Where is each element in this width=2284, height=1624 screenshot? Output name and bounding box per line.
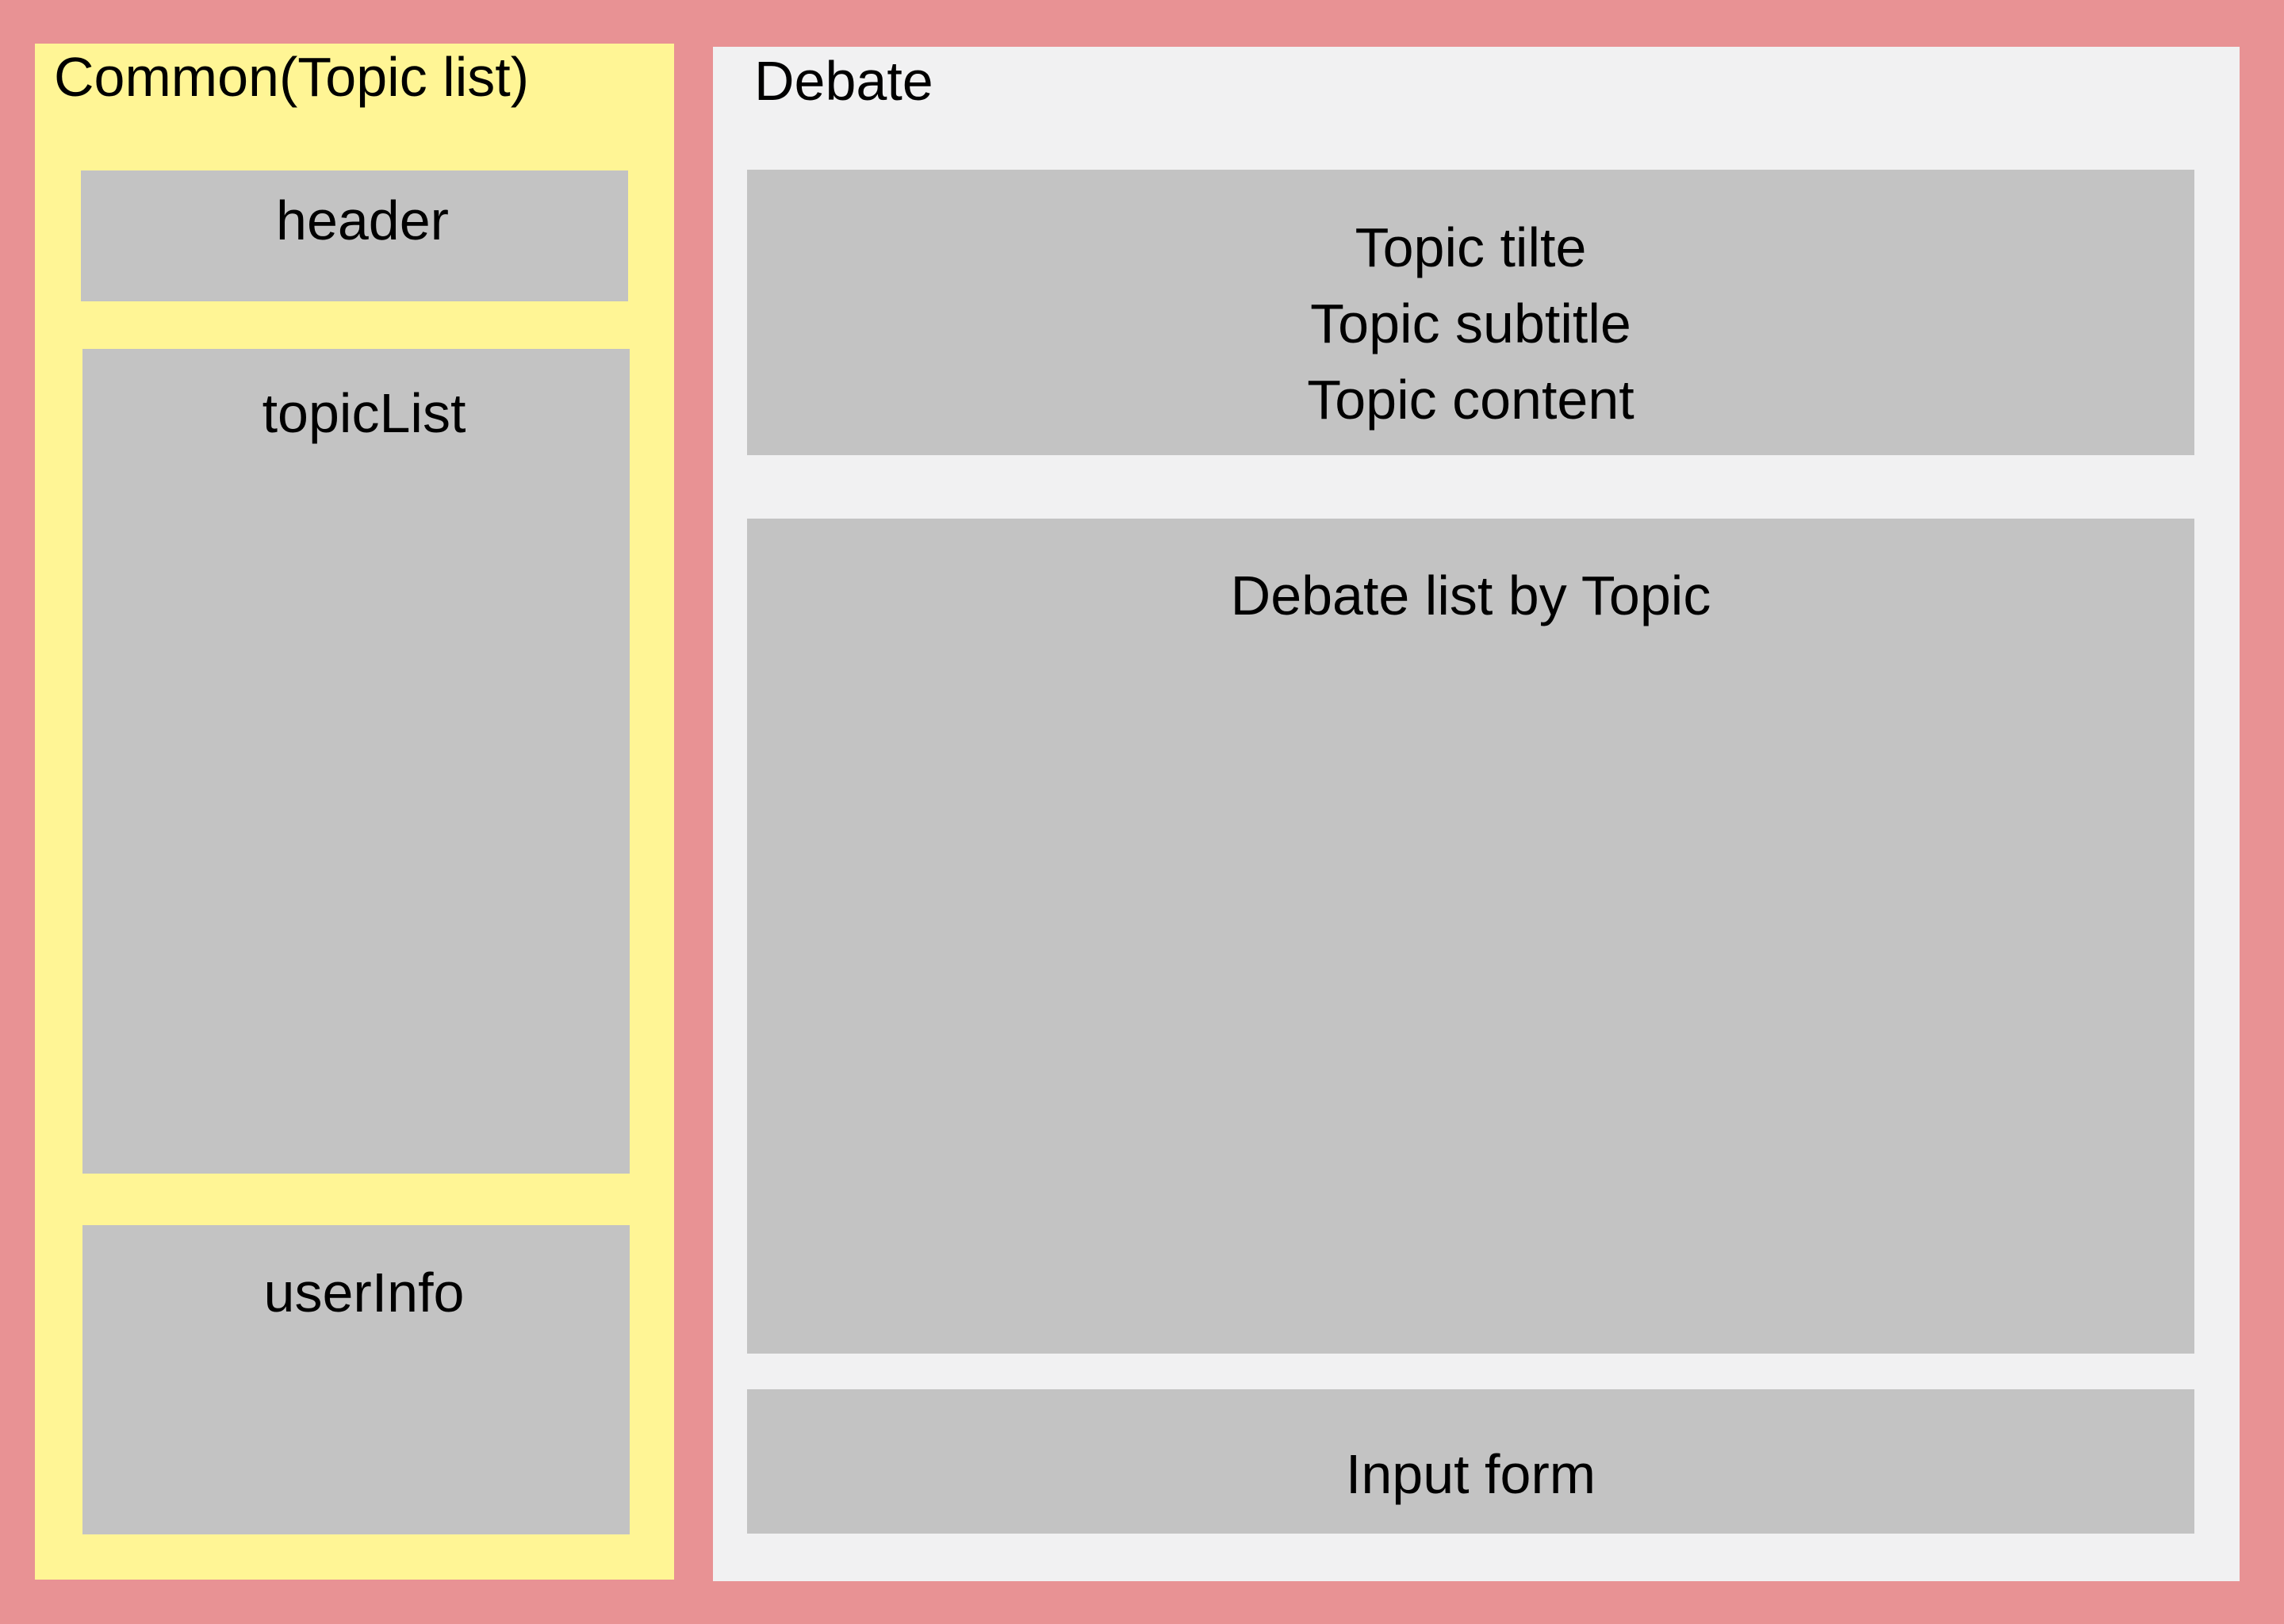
header-block-label: header: [276, 190, 449, 251]
topic-subtitle-label: Topic subtitle: [1310, 293, 1631, 354]
user-info-block-label: userInfo: [263, 1262, 465, 1323]
common-topic-list-panel: Common(Topic list) header topicList user…: [35, 44, 674, 1580]
debate-panel: Debate Topic tilte Topic subtitle Topic …: [713, 47, 2240, 1581]
input-form-block-label: Input form: [1345, 1443, 1596, 1505]
common-panel-title: Common(Topic list): [54, 46, 529, 108]
debate-panel-title: Debate: [754, 50, 933, 112]
topic-list-block-label: topicList: [262, 382, 466, 444]
topic-content-label: Topic content: [1307, 369, 1634, 431]
input-form-block: Input form: [747, 1389, 2194, 1534]
topic-title-label: Topic tilte: [1355, 216, 1587, 278]
header-block: header: [81, 170, 628, 301]
topic-info-block: Topic tilte Topic subtitle Topic content: [747, 170, 2194, 455]
debate-list-block-label: Debate list by Topic: [1230, 565, 1711, 626]
user-info-block: userInfo: [82, 1225, 630, 1534]
debate-list-block: Debate list by Topic: [747, 519, 2194, 1354]
topic-list-block: topicList: [82, 349, 630, 1174]
